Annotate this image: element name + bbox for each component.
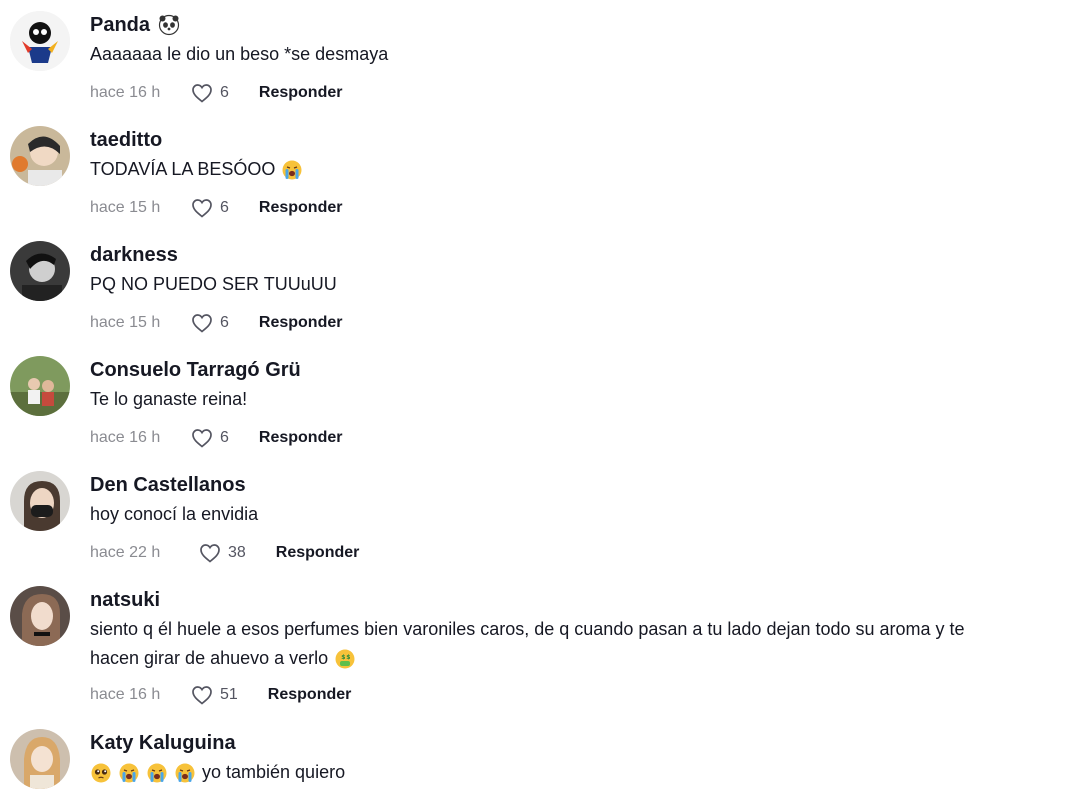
comment-timestamp: hace 15 h bbox=[90, 199, 161, 216]
crying-face-emoji-icon bbox=[174, 762, 196, 784]
avatar-image bbox=[10, 11, 70, 71]
avatar-image bbox=[10, 471, 70, 531]
username-text: taeditto bbox=[90, 129, 163, 151]
avatar[interactable] bbox=[10, 586, 70, 646]
heart-icon bbox=[192, 686, 212, 705]
heart-icon bbox=[200, 544, 220, 563]
reply-button[interactable]: Responder bbox=[259, 429, 343, 447]
avatar-image bbox=[10, 126, 70, 186]
comment-timestamp: hace 16 h bbox=[90, 84, 161, 101]
like-count: 38 bbox=[228, 544, 246, 561]
avatar-image bbox=[10, 241, 70, 301]
comment-text-content: Te lo ganaste reina! bbox=[90, 389, 248, 409]
heart-icon bbox=[192, 199, 212, 218]
panda-emoji-icon bbox=[158, 14, 180, 36]
like-button[interactable]: 6 bbox=[190, 196, 229, 220]
comment-text: Te lo ganaste reina! bbox=[90, 385, 1063, 414]
comment-timestamp: hace 22 h bbox=[90, 544, 161, 561]
comment-meta: hace 15 h 6 Responder bbox=[90, 311, 1063, 335]
username-text: Panda bbox=[90, 14, 151, 36]
like-button[interactable]: 51 bbox=[190, 683, 238, 707]
comment-text: yo también quiero bbox=[90, 758, 1063, 787]
username-text: Den Castellanos bbox=[90, 474, 246, 496]
comment-text-content: hoy conocí la envidia bbox=[90, 504, 259, 524]
comment-text-content: TODAVÍA LA BESÓOO bbox=[90, 159, 276, 179]
comment-timestamp: hace 16 h bbox=[90, 429, 161, 446]
username-text: Katy Kaluguina bbox=[90, 732, 236, 754]
comment-text-line: siento q él huele a esos perfumes bien v… bbox=[90, 619, 965, 639]
heart-icon bbox=[192, 84, 212, 103]
comment-text-line: hacen girar de ahuevo a verlo bbox=[90, 648, 329, 668]
like-count: 6 bbox=[220, 429, 229, 446]
avatar[interactable] bbox=[10, 471, 70, 531]
avatar[interactable] bbox=[10, 126, 70, 186]
avatar-image bbox=[10, 586, 70, 646]
comment-timestamp: hace 16 h bbox=[90, 686, 161, 703]
reply-button[interactable]: Responder bbox=[276, 544, 360, 562]
comment-meta: hace 16 h 51 Responder bbox=[90, 683, 1063, 707]
comment-text-content: PQ NO PUEDO SER TUUuUU bbox=[90, 274, 337, 294]
reply-button[interactable]: Responder bbox=[259, 314, 343, 332]
avatar[interactable] bbox=[10, 729, 70, 789]
comment-username[interactable]: taeditto bbox=[90, 126, 1063, 154]
username-text: natsuki bbox=[90, 589, 161, 611]
like-count: 6 bbox=[220, 199, 229, 216]
heart-icon bbox=[192, 429, 212, 448]
avatar[interactable] bbox=[10, 356, 70, 416]
heart-icon bbox=[192, 314, 212, 333]
like-button[interactable]: 6 bbox=[190, 311, 229, 335]
like-button[interactable]: 6 bbox=[190, 81, 229, 105]
pleading-face-emoji-icon bbox=[90, 762, 112, 784]
comment-username[interactable]: Den Castellanos bbox=[90, 471, 1063, 499]
username-text: darkness bbox=[90, 244, 178, 266]
comment-meta: hace 15 h 6 Responder bbox=[90, 196, 1063, 220]
comment-text: siento q él huele a esos perfumes bien v… bbox=[90, 615, 1063, 673]
avatar-image bbox=[10, 356, 70, 416]
comment-username[interactable]: Panda bbox=[90, 11, 1063, 39]
avatar-image bbox=[10, 729, 70, 789]
like-count: 51 bbox=[220, 686, 238, 703]
crying-face-emoji-icon bbox=[118, 762, 140, 784]
reply-button[interactable]: Responder bbox=[259, 199, 343, 217]
comment-text: TODAVÍA LA BESÓOO bbox=[90, 155, 1063, 184]
comment-text: hoy conocí la envidia bbox=[90, 500, 1063, 529]
avatar[interactable] bbox=[10, 241, 70, 301]
comment-text-content: Aaaaaaa le dio un beso *se desmaya bbox=[90, 44, 389, 64]
reply-button[interactable]: Responder bbox=[259, 84, 343, 102]
like-count: 6 bbox=[220, 84, 229, 101]
crying-face-emoji-icon bbox=[146, 762, 168, 784]
comment-meta: hace 22 h 38 Responder bbox=[90, 541, 1063, 565]
comment-username[interactable]: Katy Kaluguina bbox=[90, 729, 1063, 757]
like-button[interactable]: 6 bbox=[190, 426, 229, 450]
comment-text: Aaaaaaa le dio un beso *se desmaya bbox=[90, 40, 1063, 69]
crying-face-emoji-icon bbox=[281, 159, 303, 181]
username-text: Consuelo Tarragó Grü bbox=[90, 359, 301, 381]
comment-text: PQ NO PUEDO SER TUUuUU bbox=[90, 270, 1063, 299]
comment-username[interactable]: natsuki bbox=[90, 586, 1063, 614]
svg-text:$: $ bbox=[341, 654, 345, 661]
comment-text-content: yo también quiero bbox=[202, 762, 346, 782]
money-mouth-face-emoji-icon: $ $ bbox=[334, 648, 356, 670]
comment-username[interactable]: darkness bbox=[90, 241, 1063, 269]
comment-timestamp: hace 15 h bbox=[90, 314, 161, 331]
comment-meta: hace 16 h 6 Responder bbox=[90, 81, 1063, 105]
avatar[interactable] bbox=[10, 11, 70, 71]
comment-username[interactable]: Consuelo Tarragó Grü bbox=[90, 356, 1063, 384]
like-count: 6 bbox=[220, 314, 229, 331]
svg-text:$: $ bbox=[346, 654, 350, 661]
comment-meta: hace 16 h 6 Responder bbox=[90, 426, 1063, 450]
reply-button[interactable]: Responder bbox=[268, 686, 352, 704]
like-button[interactable]: 38 bbox=[198, 541, 246, 565]
